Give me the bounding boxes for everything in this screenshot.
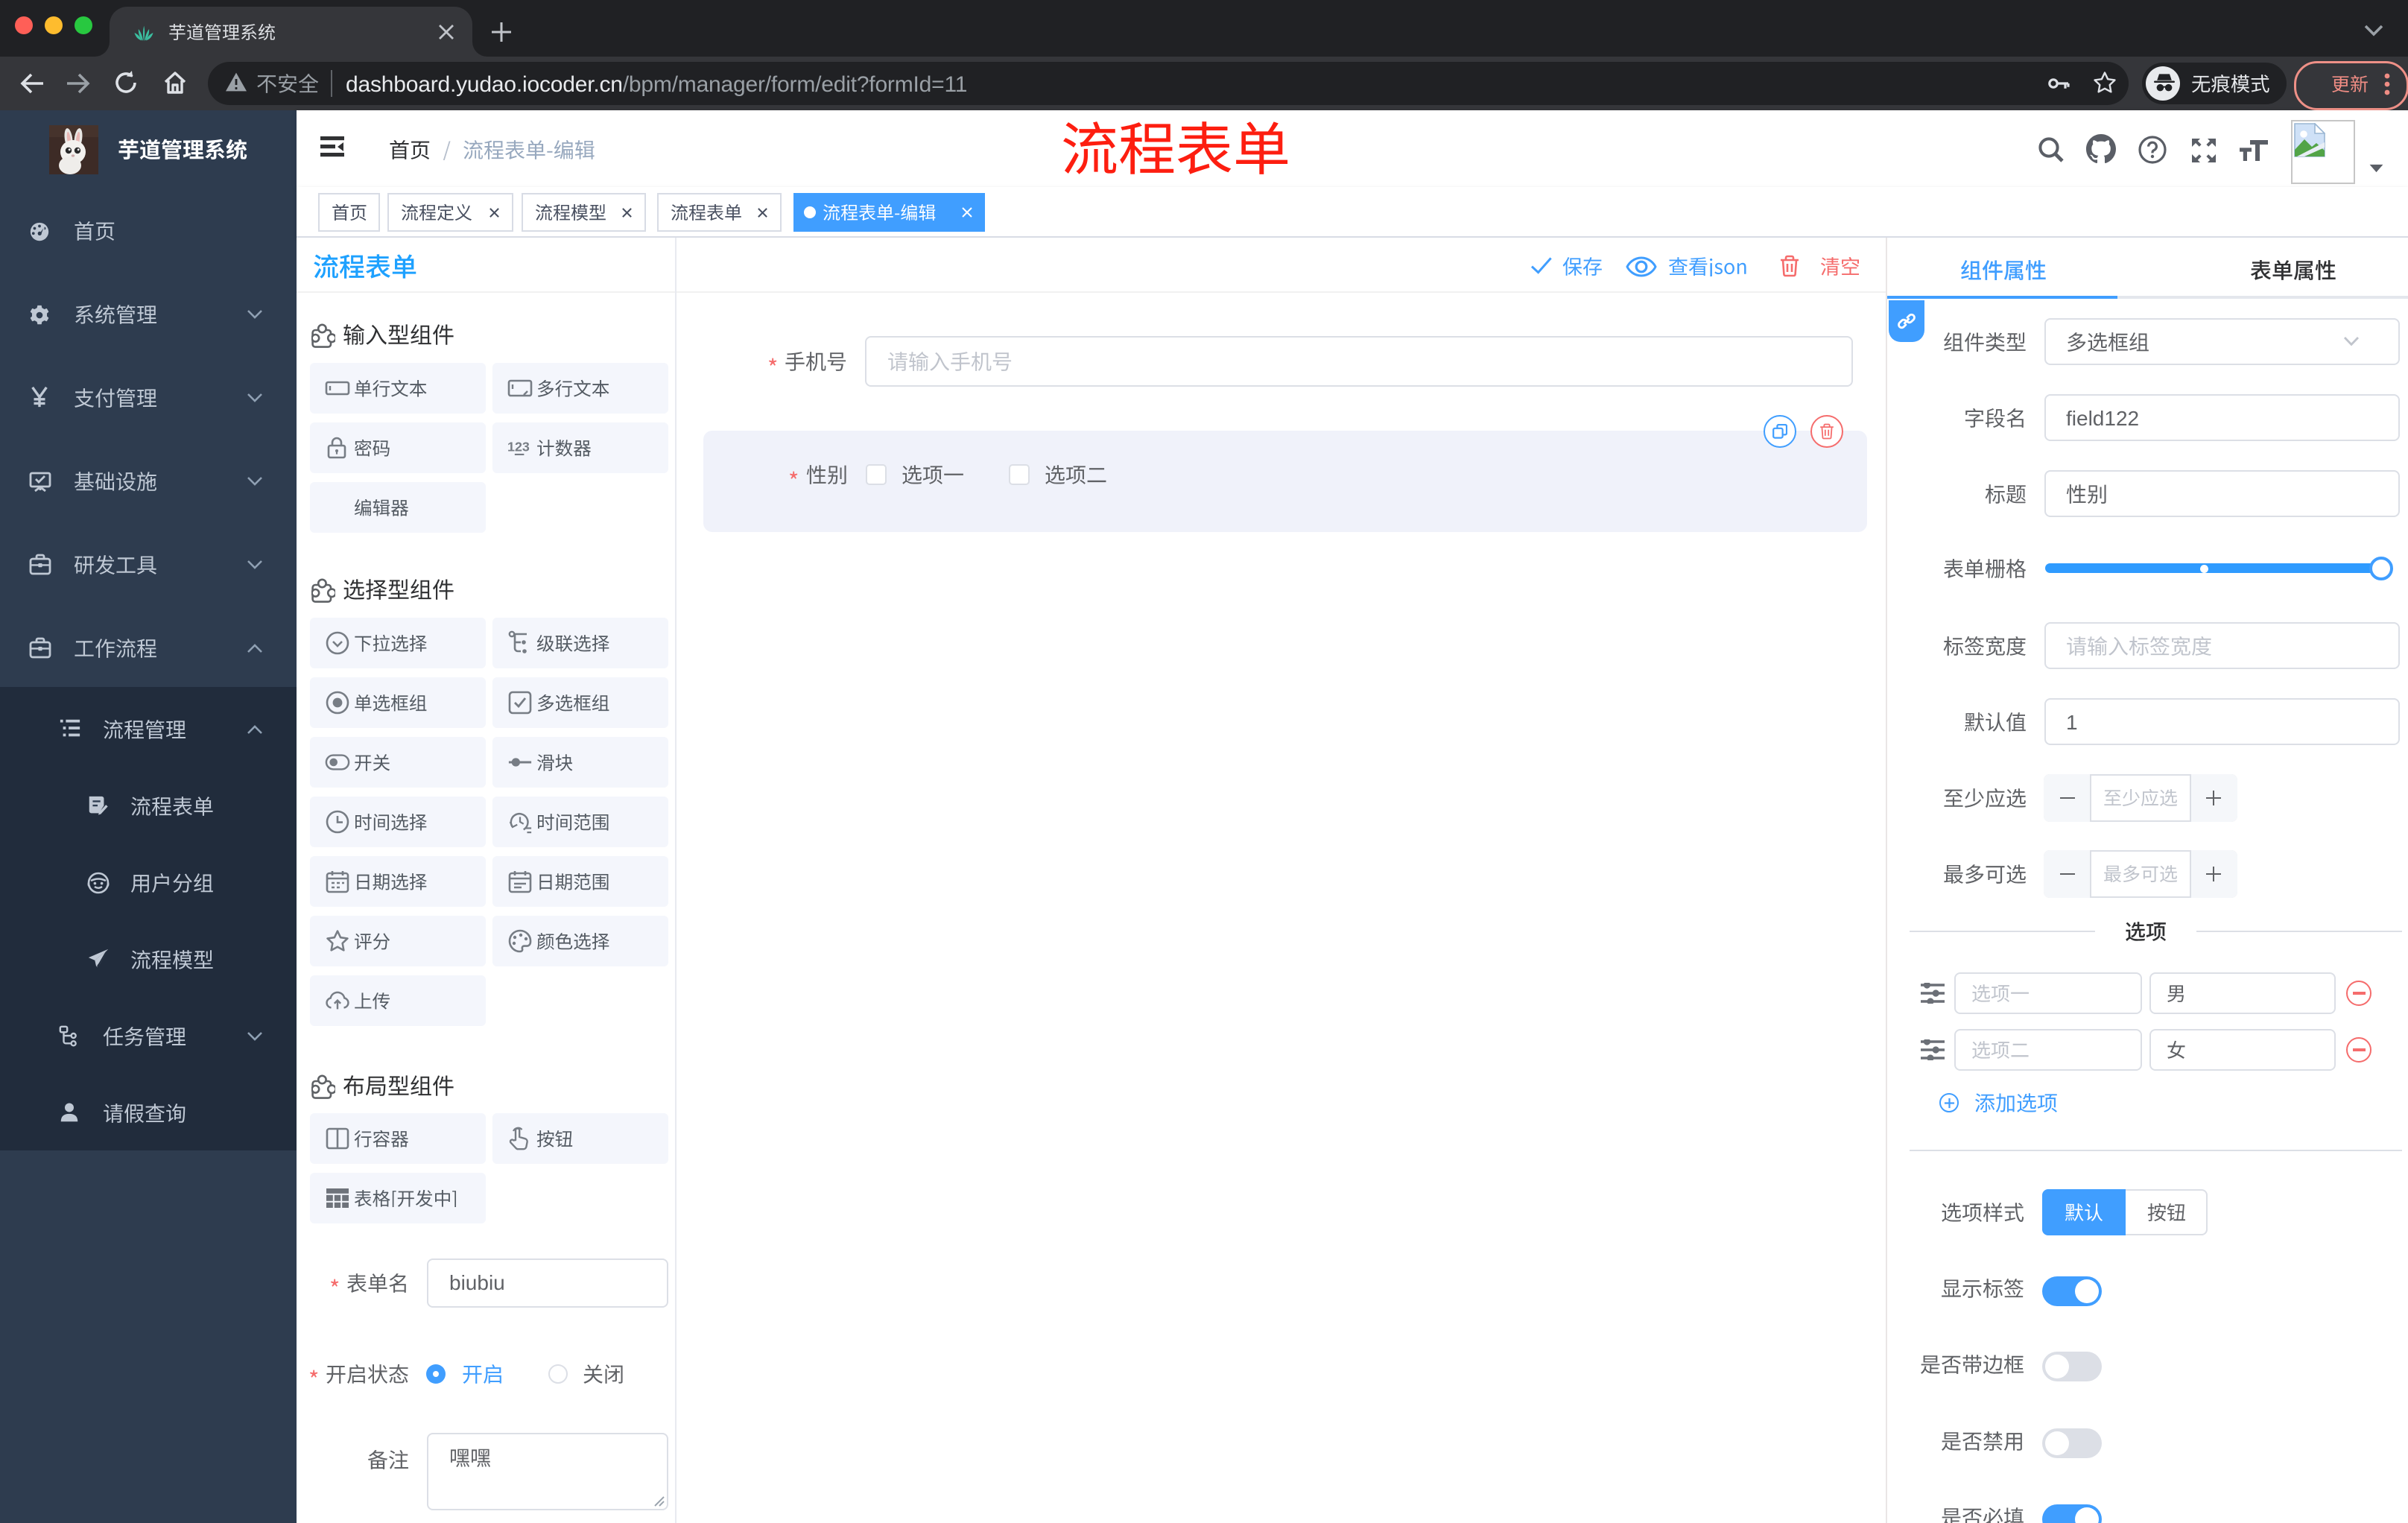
svg-text:123: 123 [507, 439, 530, 454]
